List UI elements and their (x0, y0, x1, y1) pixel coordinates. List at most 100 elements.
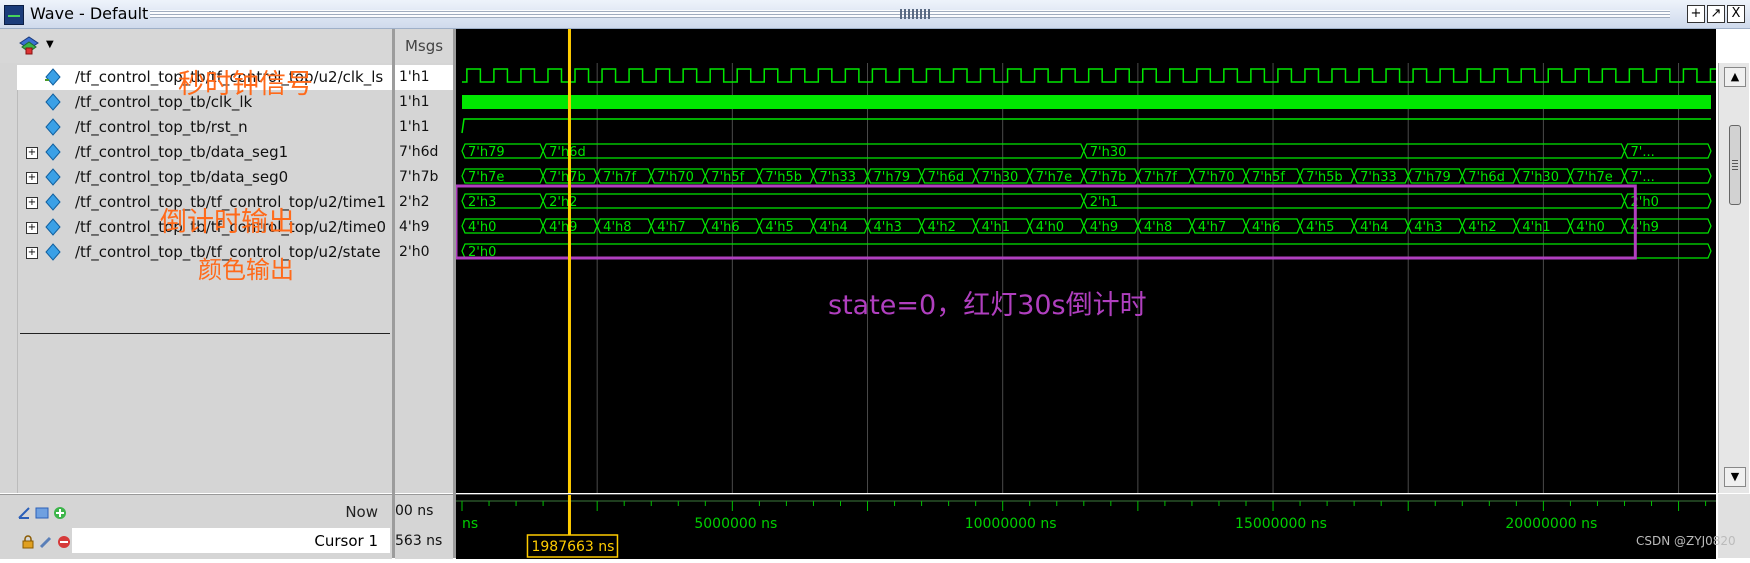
now-value: 00 ns (395, 503, 434, 519)
waveform-pane[interactable]: 7'h79 7'h6d 7'h30 7'... 7'h7e 7'h7b 7'h7f 7'h70… (456, 29, 1716, 493)
cursor-list-icon[interactable] (35, 506, 49, 520)
signal-value-row[interactable]: 2'h0 (395, 240, 453, 265)
title-bar: Wave - Default + ↗ X (0, 0, 1750, 29)
signal-value-row[interactable]: 4'h9 (395, 215, 453, 240)
scroll-up-button[interactable]: ▲ (1724, 67, 1746, 87)
signal-row[interactable]: + /tf_control_top_tb/data_seg1 (17, 140, 392, 165)
data-seg0-value: 7'... (1630, 170, 1654, 185)
expand-icon[interactable]: + (26, 222, 38, 234)
time0-value: 4'h4 (1360, 220, 1388, 235)
waveform-canvas[interactable]: 7'h79 7'h6d 7'h30 7'... 7'h7e 7'h7b 7'h7f 7'h70… (456, 29, 1716, 493)
data-seg0-value: 7'h7e (468, 170, 504, 185)
add-time-icon[interactable] (17, 506, 31, 520)
color-annotation: 颜色输出 (198, 256, 294, 284)
data-seg0-value: 7'h70 (1198, 170, 1235, 185)
data-seg0-value: 7'h7e (1036, 170, 1072, 185)
signal-diamond-icon (45, 168, 61, 186)
data-seg1-value: 7'h6d (549, 145, 586, 160)
time0-value: 4'h6 (711, 220, 739, 235)
signal-value-row[interactable]: 7'h7b (395, 165, 453, 190)
ruler-tick-label: 20000000 ns (1505, 516, 1597, 532)
add-cursor-icon[interactable] (53, 506, 67, 520)
signal-diamond-icon (45, 93, 61, 111)
signal-name: /tf_control_top_tb/rst_n (75, 118, 248, 136)
time-ruler-pane[interactable]: ns 5000000 ns 10000000 ns 15000000 ns 200000… (456, 494, 1716, 559)
time0-value: 4'h5 (765, 220, 793, 235)
time0-value: 4'h9 (1090, 220, 1118, 235)
lock-icon[interactable] (21, 535, 35, 549)
signal-value: 2'h0 (399, 244, 430, 260)
scroll-thumb[interactable] (1729, 125, 1741, 205)
signal-value: 7'h7b (399, 169, 439, 185)
cursor-values-panel: 00 ns 563 ns (395, 494, 453, 559)
undock-button[interactable]: ↗ (1707, 5, 1725, 23)
time-ruler[interactable]: ns 5000000 ns 10000000 ns 15000000 ns 200000… (456, 495, 1716, 559)
signal-toolbar: ▼ (0, 29, 392, 64)
data-seg1-value: 7'h79 (468, 145, 505, 160)
bottom-corner (1718, 494, 1750, 558)
signal-name: /tf_control_top_tb/data_seg0 (75, 168, 289, 186)
add-window-button[interactable]: + (1687, 5, 1705, 23)
cursor-panel: Now Cursor 1 (0, 494, 392, 559)
dock-grip-handle[interactable] (900, 9, 930, 19)
cursor-1-time-label[interactable]: 1987663 ns (531, 539, 614, 555)
scroll-down-button[interactable]: ▼ (1724, 467, 1746, 487)
data-seg0-value: 7'h30 (1522, 170, 1559, 185)
signal-diamond-icon (45, 68, 61, 86)
data-seg0-value: 7'h70 (657, 170, 694, 185)
signal-list-end-divider (20, 333, 390, 334)
data-seg0-value: 7'h33 (1360, 170, 1397, 185)
data-seg0-value: 7'h79 (874, 170, 911, 185)
cursor-1-label: Cursor 1 (314, 532, 378, 550)
ruler-tick-label: 15000000 ns (1235, 516, 1327, 532)
rst-n-waveform (461, 118, 1711, 134)
time0-value: 4'h0 (1036, 220, 1064, 235)
time0-value: 4'h2 (928, 220, 956, 235)
expand-icon[interactable]: + (26, 197, 38, 209)
time0-value: 4'h7 (657, 220, 685, 235)
signal-value: 4'h9 (399, 219, 430, 235)
signal-row[interactable]: + /tf_control_top_tb/data_seg0 (17, 165, 392, 190)
names-values-splitter[interactable] (392, 29, 395, 558)
signal-value-row[interactable]: 1'h1 (395, 115, 453, 140)
msgs-column-header: Msgs (395, 29, 453, 63)
remove-cursor-icon[interactable] (57, 535, 71, 549)
expand-icon[interactable]: + (26, 247, 38, 259)
signal-diamond-icon (45, 243, 61, 261)
signal-value-row[interactable]: 7'h6d (395, 140, 453, 165)
cursor-1-row[interactable]: Cursor 1 (72, 528, 390, 553)
close-button[interactable]: X (1727, 5, 1745, 23)
data-seg0-value: 7'h7b (549, 170, 586, 185)
watermark: CSDN @ZYJ0820 (1636, 534, 1736, 548)
data-seg0-value: 7'h7b (1090, 170, 1127, 185)
signal-value-row[interactable]: 1'h1 (395, 65, 453, 90)
signal-value-row[interactable]: 1'h1 (395, 90, 453, 115)
ruler-tick-label: 5000000 ns (694, 516, 777, 532)
signal-names-pane: /tf_control_top_tb/tf_control_top/u2/clk… (0, 63, 393, 493)
expand-icon[interactable]: + (26, 172, 38, 184)
expand-icon[interactable]: + (26, 147, 38, 159)
data-seg0-value: 7'h5f (1252, 170, 1285, 185)
chevron-down-icon[interactable]: ▼ (46, 39, 54, 50)
signal-diamond-icon (45, 143, 61, 161)
data-seg0-value: 7'h6d (928, 170, 965, 185)
layers-dropdown-icon[interactable] (17, 33, 43, 57)
time1-value: 2'h1 (1090, 195, 1118, 210)
wrench-icon[interactable] (39, 535, 53, 549)
wave-header-strip (456, 29, 1716, 63)
signal-row[interactable]: /tf_control_top_tb/rst_n (17, 115, 392, 140)
time0-value: 4'h0 (1576, 220, 1604, 235)
data-seg0-value: 7'h6d (1468, 170, 1505, 185)
signal-diamond-icon (45, 193, 61, 211)
signal-value-row[interactable]: 2'h2 (395, 190, 453, 215)
data-seg0-value: 7'h7f (1144, 170, 1177, 185)
clk-lk-waveform (462, 95, 1711, 109)
window-title: Wave - Default (30, 4, 149, 23)
data-seg0-value: 7'h33 (819, 170, 856, 185)
signal-name: /tf_control_top_tb/data_seg1 (75, 143, 289, 161)
state-segment (461, 243, 1712, 259)
wave-window: Wave - Default + ↗ X ▼ Msgs /tf_control_… (0, 0, 1750, 559)
ruler-tick-label: ns (462, 516, 478, 532)
time0-value: 4'h4 (819, 220, 847, 235)
vertical-scrollbar[interactable]: ▲ ▼ (1718, 63, 1749, 493)
